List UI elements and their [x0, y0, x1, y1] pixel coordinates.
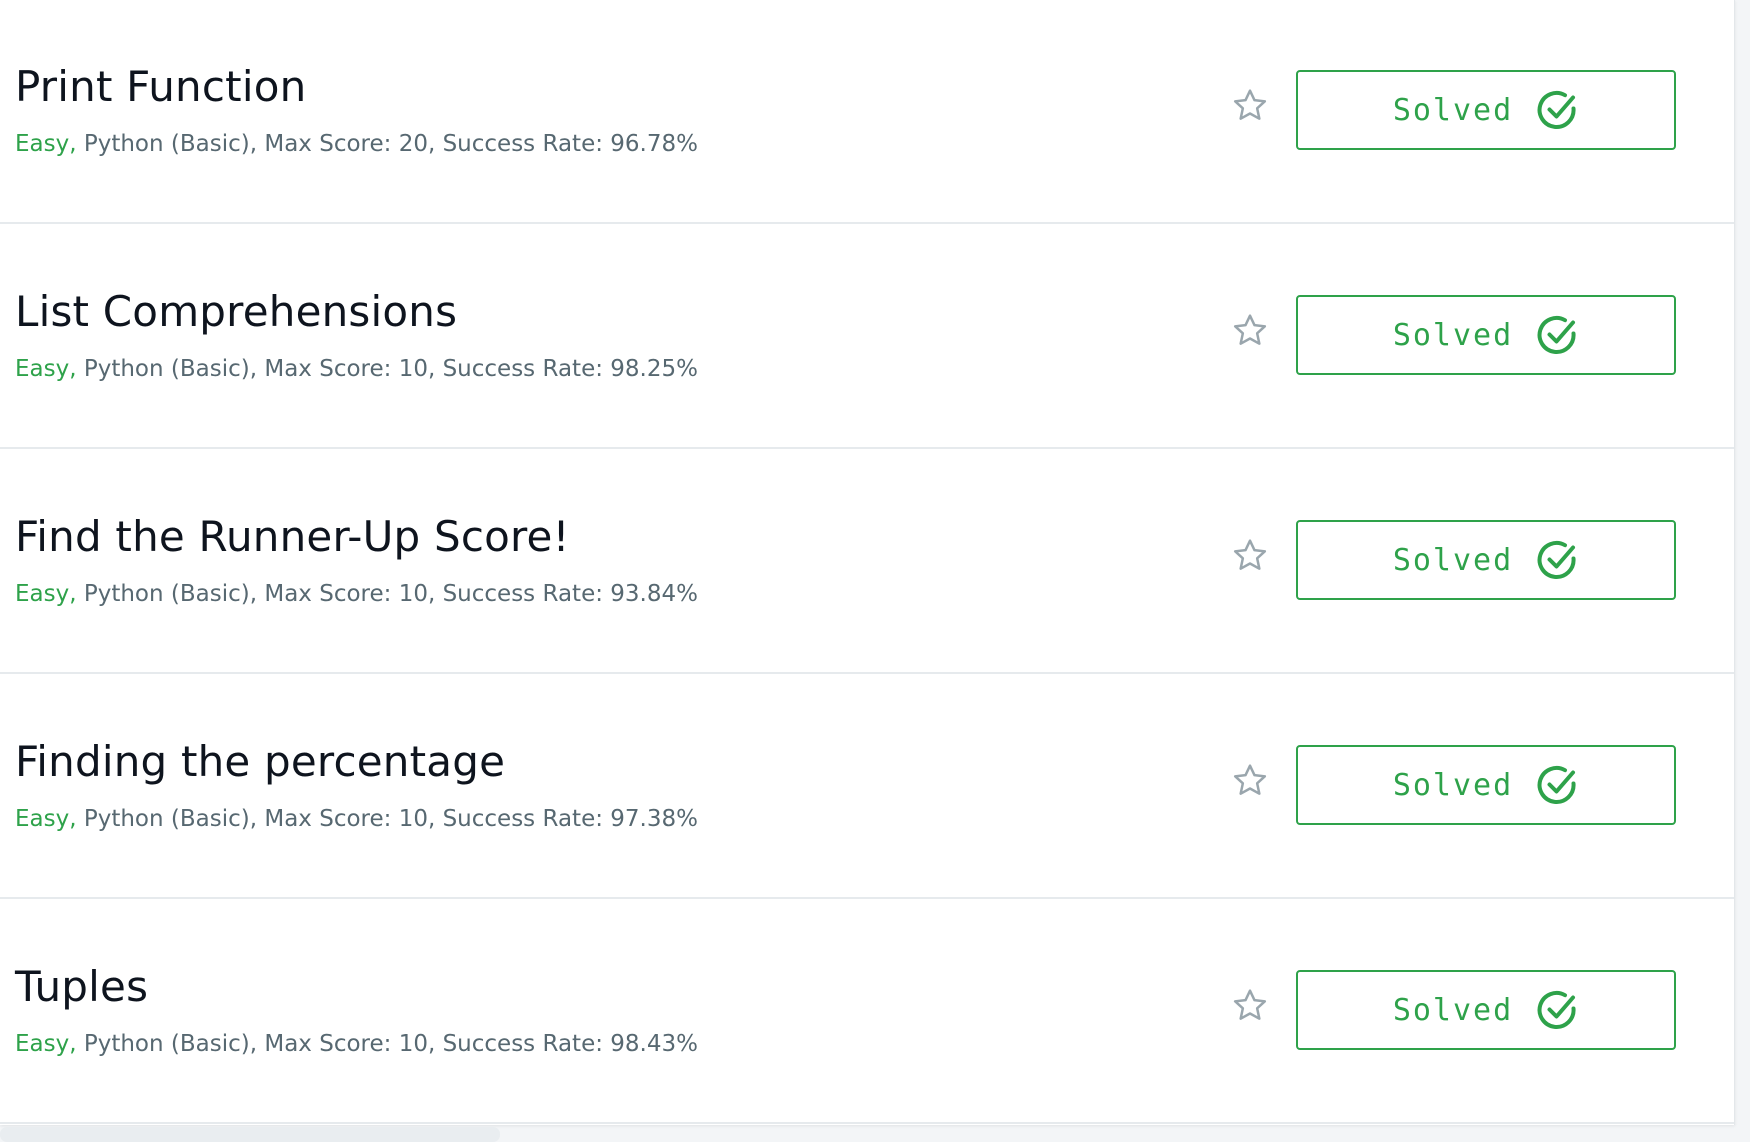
solved-label: Solved [1392, 992, 1514, 1028]
challenge-details: Python (Basic), Max Score: 20, Success R… [76, 131, 698, 157]
challenge-title[interactable]: Finding the percentage [15, 736, 505, 788]
solved-button[interactable]: Solved [1296, 520, 1676, 600]
challenge-meta: Easy, Python (Basic), Max Score: 10, Suc… [15, 804, 698, 834]
solved-button[interactable]: Solved [1296, 70, 1676, 150]
difficulty-label: Easy, [15, 581, 77, 607]
challenge-card[interactable]: Tuples Easy, Python (Basic), Max Score: … [0, 900, 1734, 1124]
challenge-title[interactable]: Tuples [15, 961, 148, 1013]
challenge-card[interactable]: Finding the percentage Easy, Python (Bas… [0, 675, 1734, 899]
solved-label: Solved [1392, 767, 1514, 803]
challenge-details: Python (Basic), Max Score: 10, Success R… [76, 581, 698, 607]
bookmark-star-icon[interactable] [1230, 986, 1270, 1026]
solved-button[interactable]: Solved [1296, 295, 1676, 375]
challenge-card[interactable]: List Comprehensions Easy, Python (Basic)… [0, 225, 1734, 449]
difficulty-label: Easy, [15, 356, 77, 382]
challenge-title[interactable]: Print Function [15, 61, 306, 113]
challenge-meta: Easy, Python (Basic), Max Score: 10, Suc… [15, 354, 698, 384]
solved-label: Solved [1392, 92, 1514, 128]
check-circle-icon [1537, 764, 1579, 806]
challenge-list-page: Print Function Easy, Python (Basic), Max… [0, 0, 1750, 1142]
difficulty-label: Easy, [15, 131, 77, 157]
challenge-card[interactable]: Print Function Easy, Python (Basic), Max… [0, 0, 1734, 224]
challenge-details: Python (Basic), Max Score: 10, Success R… [76, 356, 698, 382]
difficulty-label: Easy, [15, 1031, 77, 1057]
challenge-details: Python (Basic), Max Score: 10, Success R… [76, 1031, 698, 1057]
challenge-title[interactable]: Find the Runner-Up Score! [15, 511, 570, 563]
check-circle-icon [1537, 89, 1579, 131]
challenge-meta: Easy, Python (Basic), Max Score: 10, Suc… [15, 579, 698, 609]
bookmark-star-icon[interactable] [1230, 761, 1270, 801]
difficulty-label: Easy, [15, 806, 77, 832]
solved-button[interactable]: Solved [1296, 970, 1676, 1050]
horizontal-scrollbar[interactable] [0, 1127, 500, 1142]
solved-label: Solved [1392, 542, 1514, 578]
check-circle-icon [1537, 539, 1579, 581]
challenge-card[interactable]: Find the Runner-Up Score! Easy, Python (… [0, 450, 1734, 674]
challenge-meta: Easy, Python (Basic), Max Score: 10, Suc… [15, 1029, 698, 1059]
bookmark-star-icon[interactable] [1230, 311, 1270, 351]
solved-button[interactable]: Solved [1296, 745, 1676, 825]
challenge-details: Python (Basic), Max Score: 10, Success R… [76, 806, 698, 832]
challenge-title[interactable]: List Comprehensions [15, 286, 457, 338]
bookmark-star-icon[interactable] [1230, 86, 1270, 126]
check-circle-icon [1537, 314, 1579, 356]
challenge-meta: Easy, Python (Basic), Max Score: 20, Suc… [15, 129, 698, 159]
solved-label: Solved [1392, 317, 1514, 353]
challenge-list: Print Function Easy, Python (Basic), Max… [0, 0, 1735, 1125]
bookmark-star-icon[interactable] [1230, 536, 1270, 576]
check-circle-icon [1537, 989, 1579, 1031]
